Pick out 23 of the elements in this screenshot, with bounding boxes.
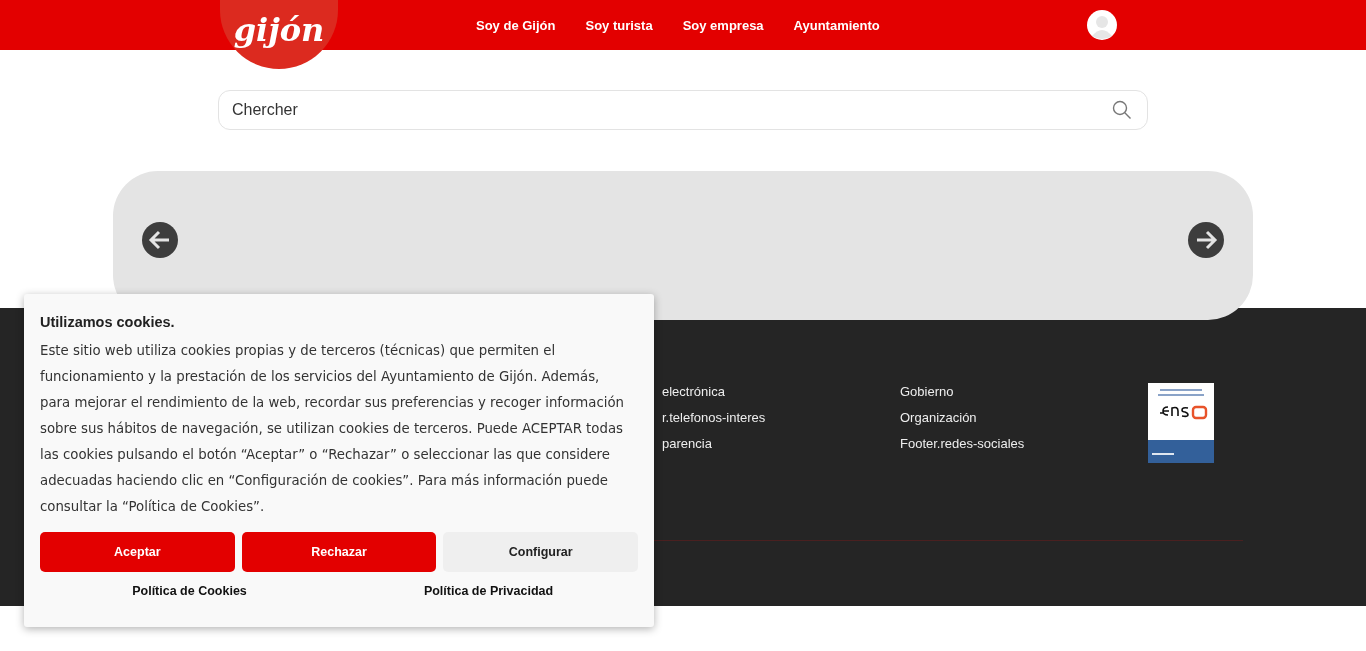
logo[interactable]: gijón xyxy=(220,0,338,69)
policy-link[interactable]: Política de Cookies xyxy=(40,584,339,598)
policy-link[interactable]: Política de Privacidad xyxy=(339,584,638,598)
secondary-button[interactable]: Configurar xyxy=(443,532,638,572)
dialog-text: Este sitio web utiliza cookies propias y de terceros (técnicas) que permiten el funcionamiento y la prestación de los servicios del Ayuntamiento de Gijón. Además, para mejorar el rendimiento de la web, recordar sus preferencias y recoger información sobre sus hábitos de navegación, se utilizan cookies de terceros. Puede ACEPTAR todas las cookies pulsando el botón “Aceptar” o “Rechazar” o seleccionar las que considere adecuadas haciendo clic en “Configuración de cookies”. Para más información puede consultar la “Política de Cookies”. xyxy=(40,342,626,516)
footer-link[interactable]: Gobierno xyxy=(900,383,1134,401)
nav-link[interactable]: Ayuntamiento xyxy=(793,17,880,33)
search-field[interactable]: Chercher xyxy=(218,90,1148,130)
user-avatar-icon[interactable] xyxy=(1087,10,1117,40)
footer-link[interactable]: Organización xyxy=(900,409,1134,427)
arrow-left-icon[interactable] xyxy=(142,221,178,258)
nav-link[interactable]: Soy de Gijón xyxy=(476,17,556,33)
footer-link[interactable]: parencia xyxy=(662,435,900,453)
primary-button[interactable]: Rechazar xyxy=(241,532,437,572)
arrow-right-icon[interactable] xyxy=(1188,221,1224,258)
primary-button[interactable]: Aceptar xyxy=(40,532,235,572)
footer-link[interactable]: r.telefonos-interes xyxy=(662,409,900,427)
nav-link[interactable]: Soy empresa xyxy=(682,17,764,33)
nav-link[interactable]: Soy turista xyxy=(585,17,653,33)
search-icon[interactable] xyxy=(1112,100,1132,120)
dialog-title: Utilizamos cookies. xyxy=(40,314,176,330)
footer-link[interactable]: electrónica xyxy=(662,383,900,401)
footer-link[interactable]: Footer.redes-sociales xyxy=(900,435,1134,453)
